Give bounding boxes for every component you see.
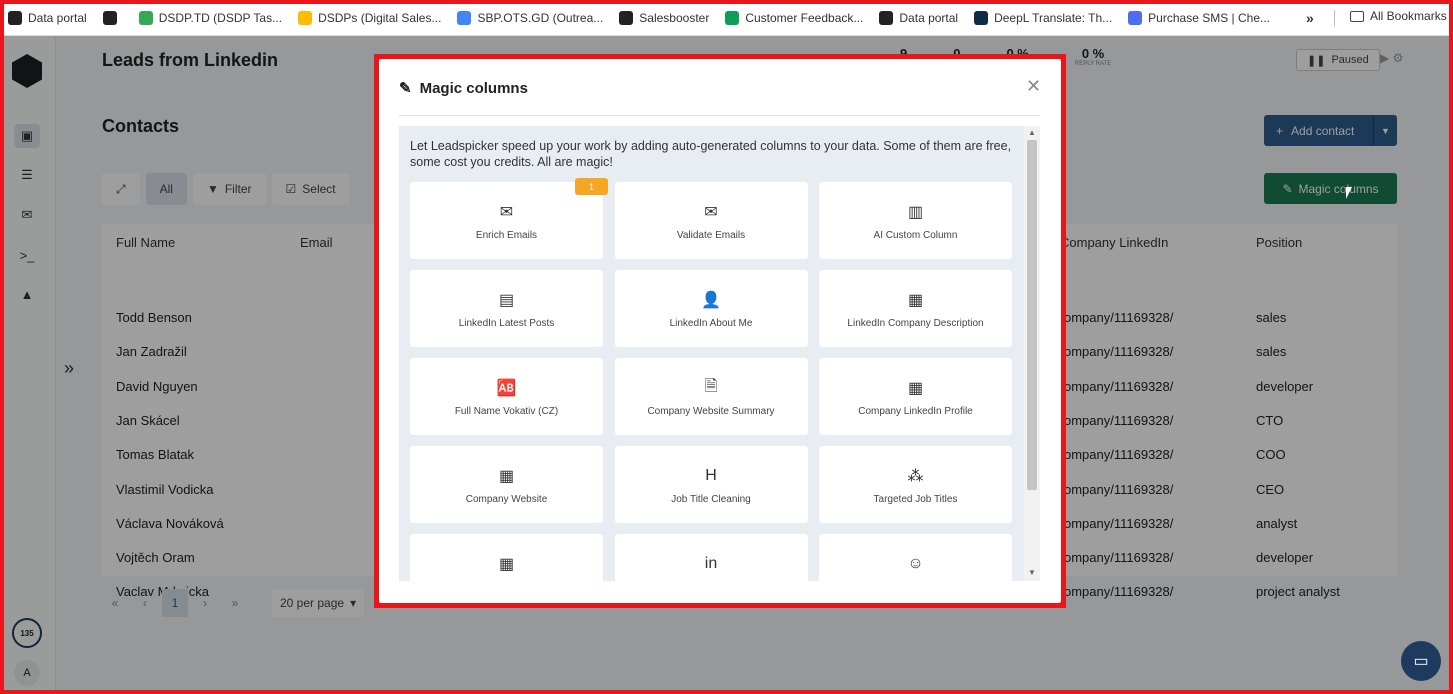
- credit-cost-badge: 1: [575, 178, 608, 195]
- drive-icon: [298, 10, 313, 25]
- magic-column-card[interactable]: ▥ AI Custom Column: [819, 182, 1012, 259]
- magic-column-card[interactable]: in: [614, 534, 808, 581]
- bookmark-icon: [879, 10, 894, 25]
- sms-icon: [1128, 10, 1143, 25]
- drive-icon: [138, 10, 153, 25]
- magic-column-icon: ▤: [498, 292, 515, 309]
- docs-icon: [457, 10, 472, 25]
- bookmark-item[interactable]: Purchase SMS | Che...: [1128, 10, 1270, 25]
- modal-intro-text: Let Leadspicker speed up your work by ad…: [410, 139, 1012, 169]
- bookmark-item[interactable]: DeepL Translate: Th...: [974, 10, 1112, 25]
- magic-column-card[interactable]: ✉ Enrich Emails 1: [410, 178, 608, 259]
- bookmark-item[interactable]: Data portal: [879, 10, 958, 25]
- scrollbar[interactable]: ▲ ▼: [1024, 126, 1040, 581]
- magic-column-label: AI Custom Column: [873, 230, 958, 241]
- magic-column-card[interactable]: ☺: [819, 534, 1012, 581]
- magic-column-card[interactable]: ▦: [410, 534, 603, 581]
- close-icon[interactable]: ✕: [1026, 76, 1041, 97]
- magic-column-icon: 🗎: [704, 377, 718, 395]
- magic-column-card[interactable]: ▦ Company LinkedIn Profile: [819, 358, 1012, 435]
- bookmark-item[interactable]: SBP.OTS.GD (Outrea...: [457, 10, 603, 25]
- magic-column-card[interactable]: H Job Title Cleaning: [614, 446, 808, 523]
- bookmark-icon: [619, 10, 634, 25]
- sheets-icon: [725, 10, 740, 25]
- magic-column-label: Job Title Cleaning: [671, 494, 751, 505]
- all-bookmarks-button[interactable]: All Bookmarks: [1350, 9, 1447, 23]
- magic-column-card[interactable]: ✉ Validate Emails: [614, 182, 808, 259]
- magic-column-label: Enrich Emails: [475, 230, 538, 241]
- bookmark-item[interactable]: Data portal: [8, 10, 87, 25]
- magic-column-label: Validate Emails: [676, 230, 746, 241]
- magic-column-icon: ▦: [498, 468, 515, 485]
- magic-column-label: Company Website Summary: [647, 406, 775, 417]
- magic-column-icon: ▦: [907, 380, 924, 397]
- bookmark-item[interactable]: Customer Feedback...: [725, 10, 863, 25]
- bookmark-icon: [8, 10, 22, 25]
- scroll-thumb[interactable]: [1027, 140, 1037, 490]
- magic-column-icon: in: [704, 555, 718, 572]
- bookmark-item[interactable]: Salesbooster: [619, 10, 709, 25]
- magic-column-icon: ▦: [907, 292, 924, 309]
- magic-column-label: LinkedIn Latest Posts: [458, 318, 555, 329]
- magic-column-label: Targeted Job Titles: [873, 494, 958, 505]
- magic-column-label: Company LinkedIn Profile: [858, 406, 973, 417]
- magic-column-card[interactable]: ▦ Company Website: [410, 446, 603, 523]
- divider: [399, 115, 1040, 116]
- bookmark-item[interactable]: [102, 10, 123, 25]
- magic-column-icon: 🆎: [496, 380, 517, 397]
- modal-title: ✎ Magic columns: [399, 79, 528, 98]
- bookmarks-more-button[interactable]: »: [1306, 10, 1314, 26]
- magic-column-card[interactable]: 👤 LinkedIn About Me: [614, 270, 808, 347]
- bookmark-icon: [102, 10, 117, 25]
- magic-column-icon: ▥: [907, 204, 924, 221]
- magic-column-icon: ☺: [907, 555, 924, 572]
- magic-column-icon: ⁂: [907, 468, 924, 485]
- folder-icon: [1350, 10, 1364, 22]
- magic-column-icon: ▦: [498, 556, 515, 573]
- magic-column-icon: ✉: [704, 204, 718, 221]
- magic-columns-modal: ✎ Magic columns ✕ Let Leadspicker speed …: [379, 59, 1061, 603]
- magic-column-card[interactable]: ⁂ Targeted Job Titles: [819, 446, 1012, 523]
- bookmark-item[interactable]: DSDPs (Digital Sales...: [298, 10, 441, 25]
- magic-column-card[interactable]: 🆎 Full Name Vokativ (CZ): [410, 358, 603, 435]
- mouse-cursor: [1346, 187, 1352, 199]
- deepl-icon: [974, 10, 989, 25]
- divider: [1334, 10, 1335, 26]
- bookmarks-bar: Data portal DSDP.TD (DSDP Tas... DSDPs (…: [0, 0, 1453, 36]
- magic-column-icon: ✉: [499, 204, 514, 221]
- magic-column-label: LinkedIn About Me: [669, 318, 753, 329]
- magic-column-card[interactable]: 🗎 Company Website Summary: [614, 358, 808, 435]
- scroll-down-icon[interactable]: ▼: [1028, 568, 1036, 577]
- chat-icon[interactable]: ▭: [1401, 641, 1441, 681]
- modal-body: Let Leadspicker speed up your work by ad…: [399, 126, 1040, 581]
- bookmark-item[interactable]: DSDP.TD (DSDP Tas...: [138, 10, 282, 25]
- magic-column-label: LinkedIn Company Description: [847, 318, 984, 329]
- magic-column-label: Company Website: [465, 494, 548, 505]
- magic-column-icon: 👤: [701, 292, 721, 309]
- magic-column-icon: H: [705, 467, 717, 484]
- magic-wand-icon: ✎: [399, 80, 412, 97]
- magic-column-label: Full Name Vokativ (CZ): [454, 406, 559, 417]
- magic-column-card[interactable]: ▦ LinkedIn Company Description: [819, 270, 1012, 347]
- scroll-up-icon[interactable]: ▲: [1028, 128, 1036, 137]
- magic-column-card[interactable]: ▤ LinkedIn Latest Posts: [410, 270, 603, 347]
